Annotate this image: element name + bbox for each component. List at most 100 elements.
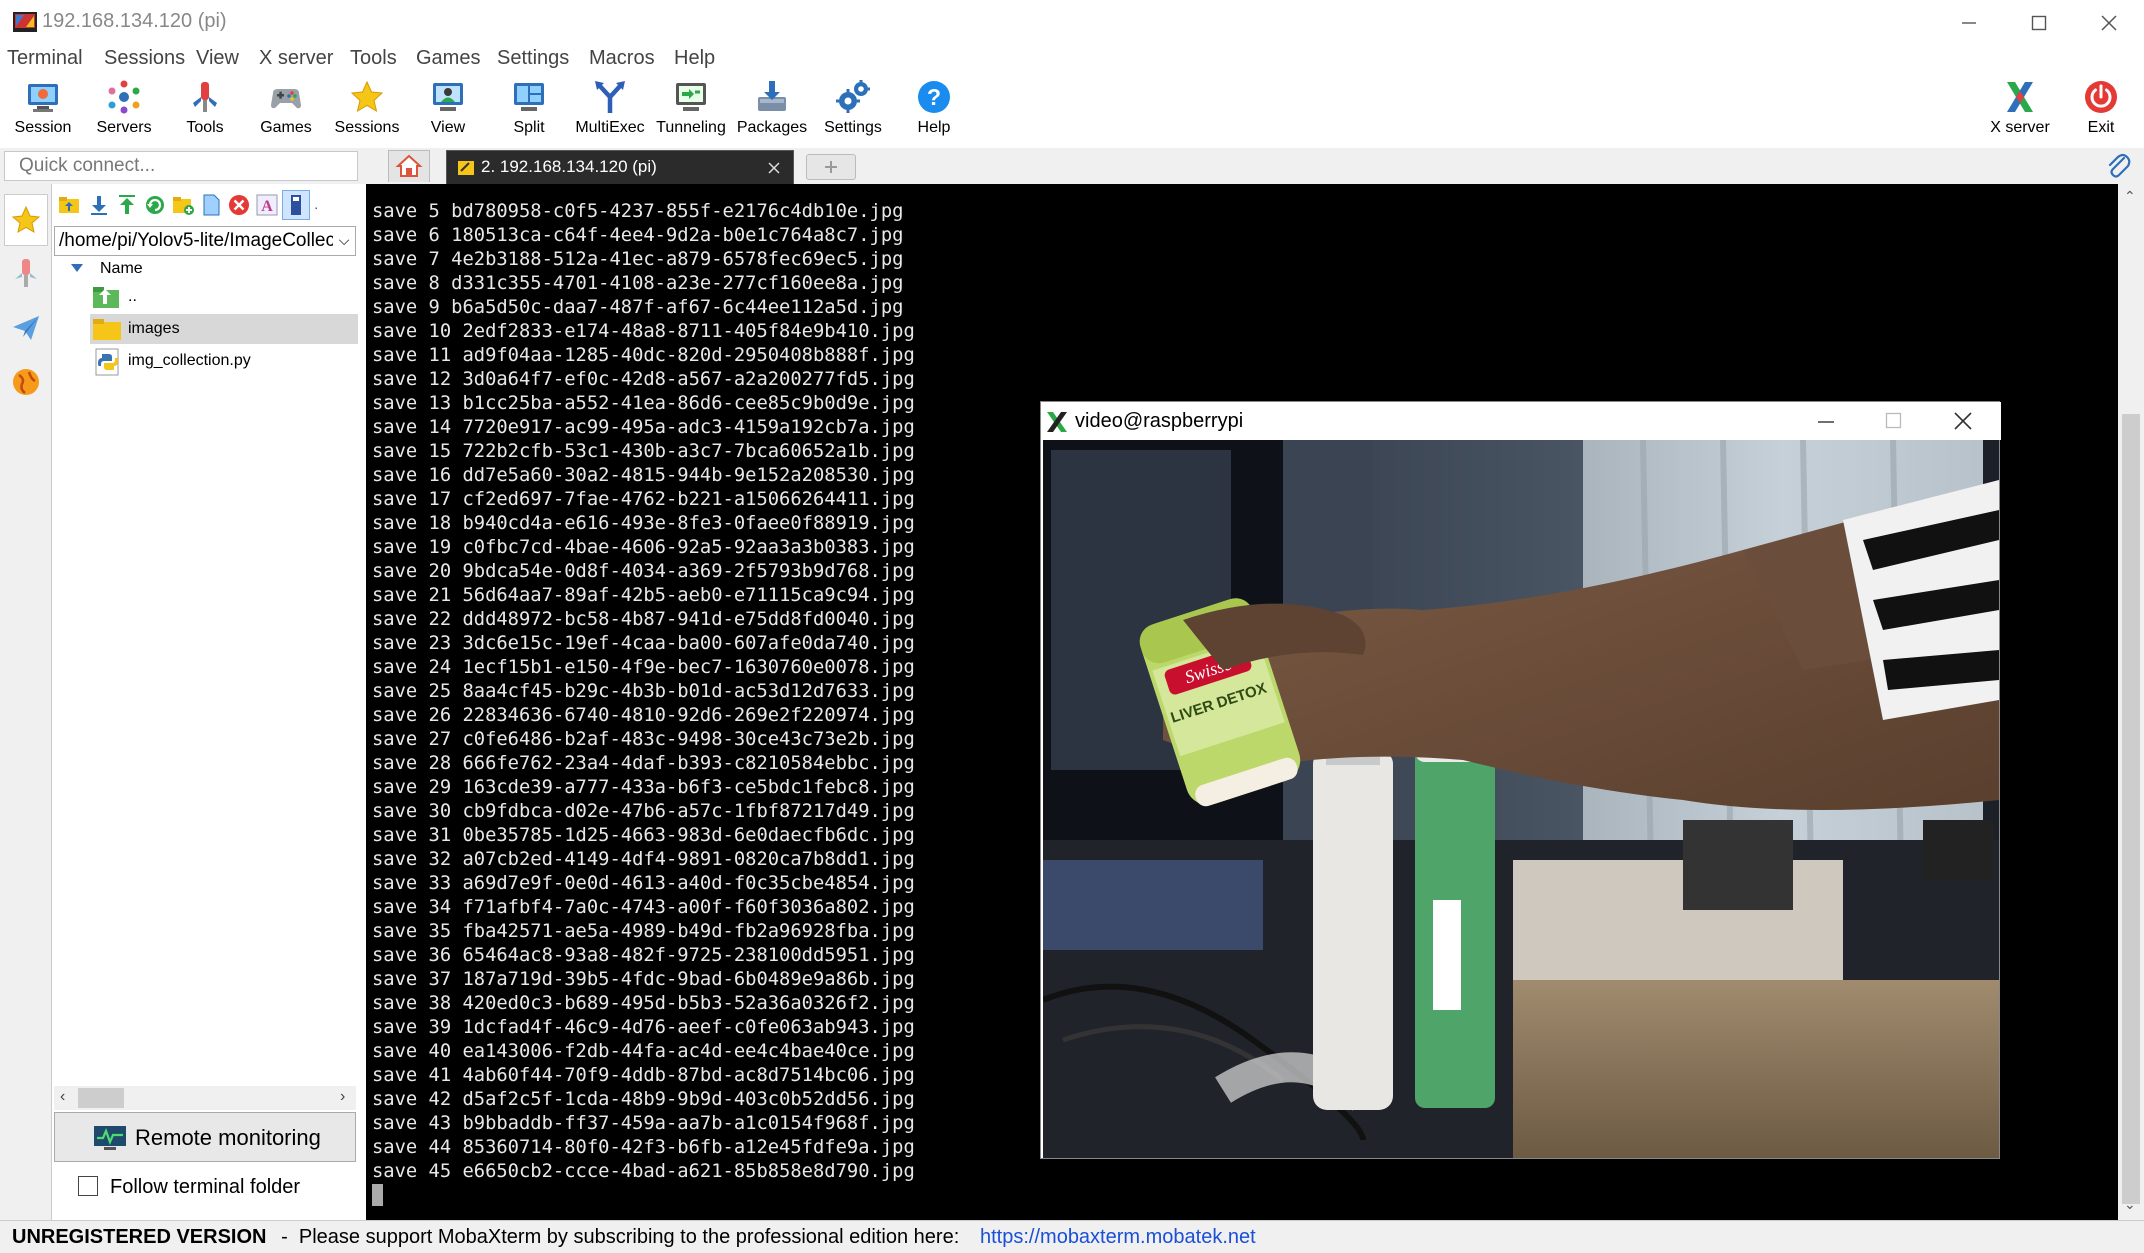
follow-terminal-folder[interactable]: Follow terminal folder (78, 1176, 300, 1199)
toolbar-sessions-button[interactable]: Sessions (326, 77, 408, 145)
menu-x-server[interactable]: X server (259, 47, 333, 70)
toolbar-exit-button[interactable]: Exit (2062, 77, 2140, 145)
parent-folder-icon (93, 287, 119, 308)
terminal-line: save 33 a69d7e9f-0e0d-4613-a40d-f0c35cbe… (372, 873, 915, 894)
file-row-parent[interactable]: .. (90, 282, 358, 312)
menu-tools[interactable]: Tools (350, 47, 397, 70)
upload-icon[interactable] (116, 194, 138, 216)
sftp-path-dropdown[interactable]: /home/pi/Yolov5-lite/ImageCollection ⌵ (54, 226, 356, 256)
new-folder-icon[interactable] (172, 194, 194, 216)
scroll-up-icon[interactable]: ⌃ (2124, 188, 2136, 205)
terminal-line: save 31 0be35785-1d25-4663-983d-6e0daecf… (372, 825, 915, 846)
menu-sessions[interactable]: Sessions (104, 47, 185, 70)
sidebar-vertical-tabs (0, 184, 52, 1220)
toolbar-session-button[interactable]: Session (2, 77, 84, 145)
packages-icon (758, 81, 786, 111)
terminal-line: save 18 b940cd4a-e616-493e-8fe3-0faee0f8… (372, 513, 915, 534)
new-file-icon[interactable] (200, 194, 222, 216)
terminal-vertical-scrollbar[interactable]: ⌃ ⌄ (2118, 184, 2144, 1220)
maximize-icon[interactable] (1885, 412, 1903, 430)
delete-icon[interactable] (228, 194, 250, 216)
sidebar-horizontal-scrollbar[interactable]: ‹ › (54, 1086, 356, 1110)
chevron-down-icon[interactable]: ⌵ (333, 227, 355, 255)
refresh-icon[interactable] (144, 194, 166, 216)
toolbar-settings-button[interactable]: Settings (812, 77, 894, 145)
file-row-img-collection[interactable]: img_collection.py (90, 346, 358, 376)
toolbar-x-server-button[interactable]: X server (1978, 77, 2062, 145)
follow-label: Follow terminal folder (110, 1176, 301, 1198)
video-window[interactable]: video@raspberrypi Swisse LIVER DETOX (1040, 401, 2001, 1159)
terminal-line: save 38 420ed0c3-b689-495d-b5b3-52a36a03… (372, 993, 915, 1014)
scrollbar-thumb[interactable] (2122, 414, 2140, 1204)
tab-ssh-session[interactable]: 2. 192.168.134.120 (pi) (446, 150, 794, 184)
permissions-button[interactable] (282, 190, 310, 220)
terminal-line: save 9 b6a5d50c-daa7-487f-af67-6c44ee112… (372, 297, 904, 318)
toolbar-tools-button[interactable]: Tools (164, 77, 246, 145)
terminal-line: save 14 7720e917-ac99-495a-adc3-4159a192… (372, 417, 915, 438)
minimize-button[interactable] (1934, 0, 2004, 45)
toolbar-label: Packages (736, 119, 808, 136)
tab-close-icon[interactable] (767, 161, 781, 175)
toolbar-label: Games (260, 119, 312, 136)
toolbar-label: Servers (96, 119, 152, 136)
follow-checkbox[interactable] (78, 1176, 98, 1196)
toolbar-servers-button[interactable]: Servers (83, 77, 165, 145)
power-icon (2085, 81, 2117, 113)
menu-settings[interactable]: Settings (497, 47, 569, 70)
quick-connect-input[interactable]: Quick connect... (4, 151, 358, 181)
toolbar-games-button[interactable]: Games (245, 77, 327, 145)
terminal-line: save 16 dd7e5a60-30a2-4815-944b-9e152a20… (372, 465, 915, 486)
scroll-down-icon[interactable]: ⌄ (2124, 1196, 2136, 1213)
globe-icon (13, 369, 39, 395)
toolbar-split-button[interactable]: Split (488, 77, 570, 145)
new-tab-button[interactable] (806, 154, 856, 180)
paperclip-icon[interactable] (2104, 152, 2132, 180)
video-window-titlebar[interactable]: video@raspberrypi (1041, 402, 2001, 440)
terminal-line: save 37 187a719d-39b5-4fdc-9bad-6b0489e9… (372, 969, 915, 990)
terminal-line: save 23 3dc6e15c-19ef-4caa-ba00-607afe0d… (372, 633, 915, 654)
toolbar-overflow-icon[interactable]: ⋅ (314, 200, 318, 217)
menu-games[interactable]: Games (416, 47, 480, 70)
scroll-right-icon[interactable]: › (340, 1088, 345, 1106)
support-message: - Please support MobaXterm by subscribin… (270, 1226, 960, 1248)
vtab-macros[interactable] (4, 302, 48, 354)
toolbar-label: Session (14, 119, 72, 136)
maximize-button[interactable] (2004, 0, 2074, 45)
toolbar-view-button[interactable]: View (407, 77, 489, 145)
remote-monitoring-button[interactable]: Remote monitoring (54, 1112, 356, 1162)
toolbar-help-button[interactable]: ? Help (893, 77, 975, 145)
file-row-images[interactable]: images (90, 314, 358, 344)
vtab-sessions[interactable] (4, 194, 48, 246)
terminal-line: save 32 a07cb2ed-4149-4df4-9891-0820ca7b… (372, 849, 915, 870)
terminal-line: save 24 1ecf15b1-e150-4f9e-bec7-1630760e… (372, 657, 915, 678)
folder-up-icon[interactable] (58, 194, 80, 216)
close-button[interactable] (2074, 0, 2144, 45)
toolbar-label: Exit (2087, 119, 2115, 136)
vtab-tools[interactable] (4, 248, 48, 300)
terminal-line: save 42 d5af2c5f-1cda-48b9-9b9d-403c0b52… (372, 1089, 915, 1110)
toolbar-packages-button[interactable]: Packages (731, 77, 813, 145)
toolbar-tunneling-button[interactable]: Tunneling (650, 77, 732, 145)
menu-macros[interactable]: Macros (589, 47, 655, 70)
vtab-games[interactable] (4, 356, 48, 408)
file-name: img_collection.py (128, 352, 251, 369)
status-bar: UNREGISTERED VERSION - Please support Mo… (0, 1220, 2144, 1253)
terminal-line: save 8 d331c355-4701-4108-a23e-277cf160e… (372, 273, 904, 294)
menu-bar: Terminal Sessions View X server Tools Ga… (0, 45, 2144, 75)
menu-terminal[interactable]: Terminal (7, 47, 83, 70)
menu-help[interactable]: Help (674, 47, 715, 70)
terminal-line: save 39 1dcfad4f-46c9-4d76-aeef-c0fe063a… (372, 1017, 915, 1038)
menu-view[interactable]: View (196, 47, 239, 70)
minimize-icon[interactable] (1817, 414, 1835, 430)
mobatek-link[interactable]: https://mobaxterm.mobatek.net (980, 1226, 1256, 1249)
path-value: /home/pi/Yolov5-lite/ImageCollection (59, 230, 356, 251)
rename-icon[interactable]: A (256, 194, 278, 216)
download-icon[interactable] (88, 194, 110, 216)
home-tab[interactable] (388, 150, 430, 182)
tab-label: 2. 192.168.134.120 (pi) (481, 157, 657, 176)
close-icon[interactable] (1953, 411, 1973, 431)
file-tree-header[interactable]: Name (70, 260, 143, 278)
toolbar-multiexec-button[interactable]: MultiExec (569, 77, 651, 145)
scrollbar-thumb[interactable] (78, 1088, 124, 1108)
scroll-left-icon[interactable]: ‹ (60, 1088, 65, 1106)
